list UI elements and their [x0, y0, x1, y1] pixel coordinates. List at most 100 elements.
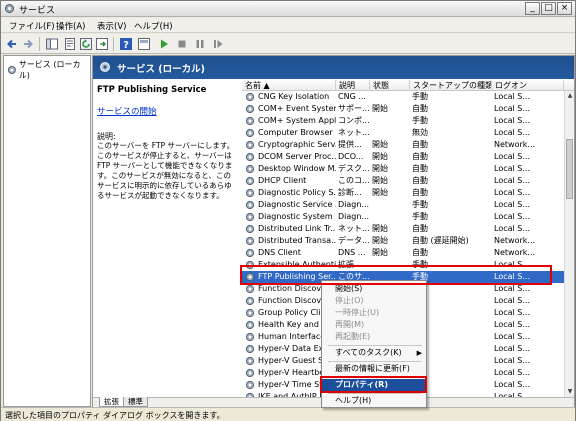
service-name-cell: Distributed Link Tr...	[258, 224, 336, 233]
service-name-cell: DNS Client	[258, 248, 301, 257]
maximize-button[interactable]: □	[541, 2, 556, 15]
service-name-cell: COM+ System Appl...	[258, 116, 336, 125]
title-bar: サービス _ □ ×	[1, 1, 575, 17]
service-logon-cell: Local S...	[494, 380, 530, 389]
start-service-link[interactable]: サービスの開始	[97, 105, 157, 117]
service-logon-cell: Network...	[494, 140, 536, 149]
column-header-startup-type[interactable]: スタートアップの種類	[410, 80, 492, 91]
forward-arrow-icon[interactable]	[21, 37, 35, 51]
pane-banner: サービス (ローカル)	[93, 56, 574, 79]
service-status-cell: 開始	[372, 188, 388, 197]
gear-icon	[245, 380, 255, 390]
gear-icon	[245, 104, 255, 114]
minimize-button[interactable]: _	[525, 2, 540, 15]
pause-service-icon[interactable]	[193, 37, 207, 51]
back-arrow-icon[interactable]	[5, 37, 19, 51]
gear-icon	[245, 164, 255, 174]
service-logon-cell: Local S...	[494, 152, 530, 161]
table-row[interactable]: DNS Client DNS ... 開始 自動 Network...	[242, 247, 564, 259]
scrollbar-thumb[interactable]	[566, 139, 573, 199]
menu-item-resume[interactable]: 再開(M)	[322, 319, 426, 331]
service-description-cell: 提供...	[338, 140, 362, 149]
table-row[interactable]: CNG Key Isolation CNG ... 手動 Local S...	[242, 91, 564, 103]
gear-icon	[245, 116, 255, 126]
start-service-icon[interactable]	[157, 37, 171, 51]
gear-icon	[245, 188, 255, 198]
scroll-up-icon[interactable]: ▲	[565, 91, 574, 101]
service-status-cell: 開始	[372, 164, 388, 173]
service-startup-cell: 自動	[412, 188, 428, 197]
table-row[interactable]: DHCP Client このコ... 開始 自動 Local S...	[242, 175, 564, 187]
table-row[interactable]: Computer Browser ネット... 無効 Local S...	[242, 127, 564, 139]
menu-item-stop[interactable]: 停止(O)	[322, 295, 426, 307]
menu-item-pause[interactable]: 一時停止(U)	[322, 307, 426, 319]
table-row[interactable]: Distributed Transa... データ... 開始 自動 (遅延開始) Ne…	[242, 235, 564, 247]
table-row[interactable]: Cryptographic Serv... 提供... 開始 自動 Network...	[242, 139, 564, 151]
gear-icon	[245, 212, 255, 222]
gear-icon	[245, 296, 255, 306]
table-row[interactable]: Diagnostic Policy S... 診断... 開始 自動 Local S..…	[242, 187, 564, 199]
description-panel: FTP Publishing Service サービスの開始 説明: このサーバ…	[93, 79, 241, 397]
service-status-cell	[370, 211, 410, 223]
vertical-scrollbar[interactable]: ▲ ▼	[564, 91, 574, 397]
help-icon[interactable]: ?	[119, 37, 133, 51]
tree-item-services-local[interactable]: サービス (ローカル)	[7, 59, 90, 81]
gear-icon	[245, 200, 255, 210]
menu-view[interactable]: 表示(V)	[97, 20, 126, 32]
menu-item-refresh[interactable]: 最新の情報に更新(F)	[322, 363, 426, 375]
service-description-cell: ネット...	[338, 128, 370, 137]
service-status-cell: 開始	[372, 140, 388, 149]
console-tree-icon[interactable]	[45, 37, 59, 51]
gear-icon	[245, 128, 255, 138]
service-logon-cell: Local S...	[494, 188, 530, 197]
table-row[interactable]: Distributed Link Tr... ネット... 開始 自動 Local S.…	[242, 223, 564, 235]
column-header-logon[interactable]: ログオン	[492, 80, 564, 91]
service-startup-cell: 手動	[412, 116, 428, 125]
service-logon-cell: Local S...	[494, 332, 530, 341]
service-name-cell: CNG Key Isolation	[258, 92, 330, 101]
restart-service-icon[interactable]	[211, 37, 225, 51]
menu-action[interactable]: 操作(A)	[56, 20, 85, 32]
description-text: このサーバーを FTP サーバーにします。このサービスが停止すると、サーバーは …	[97, 141, 235, 200]
show-hide-icon[interactable]	[137, 37, 151, 51]
service-status-cell	[370, 91, 410, 103]
gear-icon	[245, 284, 255, 294]
table-row[interactable]: DCOM Server Proc... DCO... 開始 自動 Local S...	[242, 151, 564, 163]
properties-sheet-icon[interactable]	[63, 37, 77, 51]
close-button[interactable]: ×	[557, 2, 572, 15]
table-row[interactable]: COM+ System Appl... コンポ... 手動 Local S...	[242, 115, 564, 127]
column-header-name[interactable]: 名前 ▲	[242, 80, 336, 91]
service-startup-cell: 自動	[412, 140, 428, 149]
menu-item-restart[interactable]: 再起動(E)	[322, 331, 426, 343]
tab-standard[interactable]: 標準	[123, 397, 148, 407]
menu-help[interactable]: ヘルプ(H)	[134, 20, 173, 32]
refresh-icon[interactable]	[79, 37, 93, 51]
table-row[interactable]: COM+ Event System サポー... 開始 自動 Local S...	[242, 103, 564, 115]
column-header-status[interactable]: 状態	[370, 80, 410, 91]
menu-item-help[interactable]: ヘルプ(H)	[322, 395, 426, 407]
service-logon-cell: Local S...	[494, 212, 530, 221]
table-row[interactable]: Diagnostic System ... Diagn... 手動 Local S..…	[242, 211, 564, 223]
services-app-icon	[5, 4, 14, 13]
gear-icon	[245, 344, 255, 354]
menu-bar: ファイル(F) 操作(A) 表示(V) ヘルプ(H)	[1, 18, 575, 33]
gear-icon	[245, 224, 255, 234]
table-row[interactable]: Desktop Window M... デスク... 開始 自動 Local S...	[242, 163, 564, 175]
service-status-cell: 開始	[372, 224, 388, 233]
export-list-icon[interactable]	[95, 37, 109, 51]
service-logon-cell: Local S...	[494, 116, 530, 125]
menu-item-all-tasks[interactable]: すべてのタスク(K) ▶	[322, 347, 426, 359]
list-header: 名前 ▲ 説明 状態 スタートアップの種類 ログオン	[242, 79, 574, 91]
table-row[interactable]: Diagnostic Service ... Diagn... 手動 Local S.…	[242, 199, 564, 211]
service-name-cell: DCOM Server Proc...	[258, 152, 336, 161]
column-header-description[interactable]: 説明	[336, 80, 370, 91]
gear-icon	[245, 92, 255, 102]
service-logon-cell: Local S...	[494, 356, 530, 365]
tab-extended[interactable]: 拡張	[99, 397, 124, 407]
service-logon-cell: Local S...	[494, 308, 530, 317]
service-startup-cell: 手動	[412, 92, 428, 101]
scroll-down-icon[interactable]: ▼	[565, 387, 574, 397]
menu-file[interactable]: ファイル(F)	[9, 20, 55, 32]
service-name-cell: Diagnostic Service ...	[258, 200, 336, 209]
stop-service-icon[interactable]	[175, 37, 189, 51]
